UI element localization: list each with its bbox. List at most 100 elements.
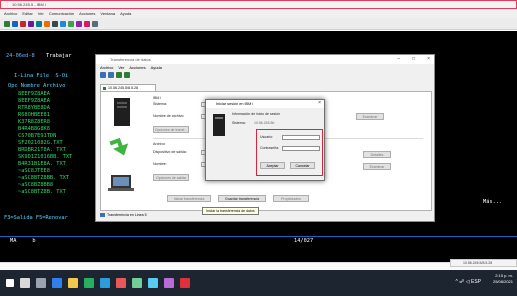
menu-ventana[interactable]: Ventana [100, 11, 115, 16]
search-icon[interactable] [20, 278, 30, 288]
paste-icon[interactable] [12, 20, 18, 27]
file-row: 8EEF9Z8AEA [18, 91, 50, 97]
taskbar: ^ ☍ ◁ ESP 2:15 p. m. 25/08/2021 [0, 270, 517, 296]
aceptar-button[interactable]: Aceptar [260, 162, 285, 169]
tray-lang[interactable]: ESP [471, 279, 481, 285]
examinar-button-2[interactable]: Examinar [363, 163, 391, 170]
excel-icon[interactable] [84, 278, 94, 288]
file-row: BRDBR21T8A. TXT [18, 147, 66, 153]
maximize-icon[interactable]: □ [412, 56, 415, 62]
guardar-transferencia-button[interactable]: Guardar transferencia [218, 195, 266, 202]
windows-start-icon[interactable] [6, 279, 14, 287]
detalles-button[interactable]: Detalles [363, 151, 391, 158]
archivo-section-label: Archivo [153, 142, 165, 146]
acrobat-icon[interactable] [180, 278, 190, 288]
edge-icon[interactable] [52, 278, 62, 288]
laptop-icon [108, 175, 134, 191]
print-icon[interactable] [20, 20, 26, 27]
tab-transfer-session[interactable]: 10.56.245.5/8.5.28 [100, 84, 156, 91]
file-row: ~aSC8BTZ8BB. TXT [18, 175, 70, 181]
opciones-salida-button[interactable]: Opciones de salida [153, 174, 189, 181]
send-icon[interactable] [28, 20, 34, 27]
close-icon[interactable]: × [427, 56, 430, 62]
emulator-task-icon[interactable] [132, 278, 142, 288]
display-icon[interactable] [44, 20, 50, 27]
app-task-icon[interactable] [164, 278, 174, 288]
transfer-icon[interactable] [60, 20, 66, 27]
clock[interactable]: 2:15 p. m. 25/08/2021 [493, 273, 513, 285]
transfer-status-bar: Transferencia en Linea 5 [100, 213, 147, 217]
download-icon[interactable] [124, 72, 130, 78]
file-row: ~aSC8JTEE8 [18, 168, 50, 174]
file-row: RTR8YBE8DA [18, 105, 50, 111]
signon-info-title: Información de inicio de sesión [232, 112, 281, 116]
menu-ver[interactable]: Ver [38, 11, 44, 16]
open-icon[interactable] [108, 72, 114, 78]
chrome-icon[interactable] [116, 278, 126, 288]
contrasena-label: Contraseña: [260, 146, 280, 150]
iniciar-transferencia-button[interactable]: Iniciar transferencia [167, 195, 211, 202]
network-icon[interactable]: ☍ [459, 279, 464, 285]
terminal-list-header: I-Lina File S-Oi [14, 73, 69, 79]
signon-title: Iniciar sesión en IBM i [216, 102, 254, 106]
signon-title-bar: Iniciar sesión en IBM i × [206, 100, 324, 108]
terminal-status-left: MA b [10, 238, 36, 244]
keyboard-icon[interactable] [52, 20, 58, 27]
menu-ayuda[interactable]: Ayuda [120, 11, 131, 16]
menu-archivo[interactable]: Archivo [4, 11, 17, 16]
settings-icon[interactable] [76, 20, 82, 27]
minimize-icon[interactable]: – [397, 56, 400, 62]
tray-icons[interactable]: ^ ☍ ◁ ESP [456, 279, 481, 285]
macro-icon[interactable] [68, 20, 74, 27]
copy-icon[interactable] [4, 20, 10, 27]
opciones-transferencia-button[interactable]: Opciones de transf... [153, 126, 189, 133]
receive-icon[interactable] [36, 20, 42, 27]
help-icon[interactable] [84, 20, 90, 27]
menu-comunicacion[interactable]: Comunicación [49, 11, 74, 16]
menu-editar[interactable]: Editar [22, 11, 32, 16]
menu-acciones[interactable]: Acciones [79, 11, 95, 16]
tooltip: Iniciar la transferencia de datos [202, 207, 259, 215]
contrasena-input[interactable] [282, 146, 320, 151]
file-row: R68OHBEE81 [18, 112, 50, 118]
usuario-label: Usuario: [260, 135, 274, 139]
taskbar-notification[interactable]: 10.56.245.5/8.5.28 [450, 259, 517, 267]
propiedades-button[interactable]: Propiedades [273, 195, 309, 202]
transfer-toolbar [96, 71, 434, 79]
terminal-menu-num: 24-06ed-8 [6, 53, 35, 59]
usuario-input[interactable] [282, 135, 320, 140]
file-row: ~aSC8BTZ8B. TXT [18, 189, 66, 195]
close-icon[interactable]: × [318, 100, 321, 106]
terminal-more: Más... [483, 199, 503, 205]
transfer-arrow-icon [109, 137, 129, 156]
file-row: B4R4B8G8K8 [18, 126, 50, 132]
clock-date: 25/08/2021 [492, 279, 513, 284]
file-row: SK9D1Z1016BB. TXT [18, 154, 73, 160]
file-row: CS70B7E91TDN [18, 133, 57, 139]
transfer-menu-ver[interactable]: Ver [118, 65, 124, 70]
notification-text: 10.56.245.5/8.5.28 [463, 261, 493, 265]
server-icon [213, 114, 225, 136]
upload-icon[interactable] [116, 72, 122, 78]
outlook-icon[interactable] [100, 278, 110, 288]
examinar-button-1[interactable]: Examinar [356, 113, 384, 120]
volume-icon[interactable]: ◁ [466, 279, 470, 285]
transfer-title-bar: Transferencia de datos – □ × [96, 55, 434, 64]
file-explorer-icon[interactable] [68, 278, 78, 288]
transfer-menu-ayuda[interactable]: Ayuda [151, 65, 162, 70]
transfer-menubar: Archivo Ver Acciones Ayuda [96, 64, 434, 71]
signon-dialog: Iniciar sesión en IBM i × Información de… [205, 99, 325, 181]
emulator-title-bar: 10.56.245.5 - IBM i [0, 0, 517, 9]
disconnect-icon[interactable] [92, 20, 98, 27]
transfer-task-icon[interactable] [148, 278, 158, 288]
dispositivo-label: Dispositivo de salida: [153, 150, 187, 154]
file-row: ~aSC8BZ8BB8 [18, 182, 54, 188]
cancelar-button[interactable]: Cancelar [290, 162, 315, 169]
new-icon[interactable] [100, 72, 106, 78]
file-row: SF2021082G.TXT [18, 140, 63, 146]
transfer-menu-archivo[interactable]: Archivo [100, 65, 113, 70]
transfer-menu-acciones[interactable]: Acciones [129, 65, 145, 70]
emulator-menubar: Archivo Editar Ver Comunicación Acciones… [0, 9, 517, 18]
chevron-up-icon[interactable]: ^ [456, 279, 458, 285]
task-view-icon[interactable] [36, 278, 46, 288]
